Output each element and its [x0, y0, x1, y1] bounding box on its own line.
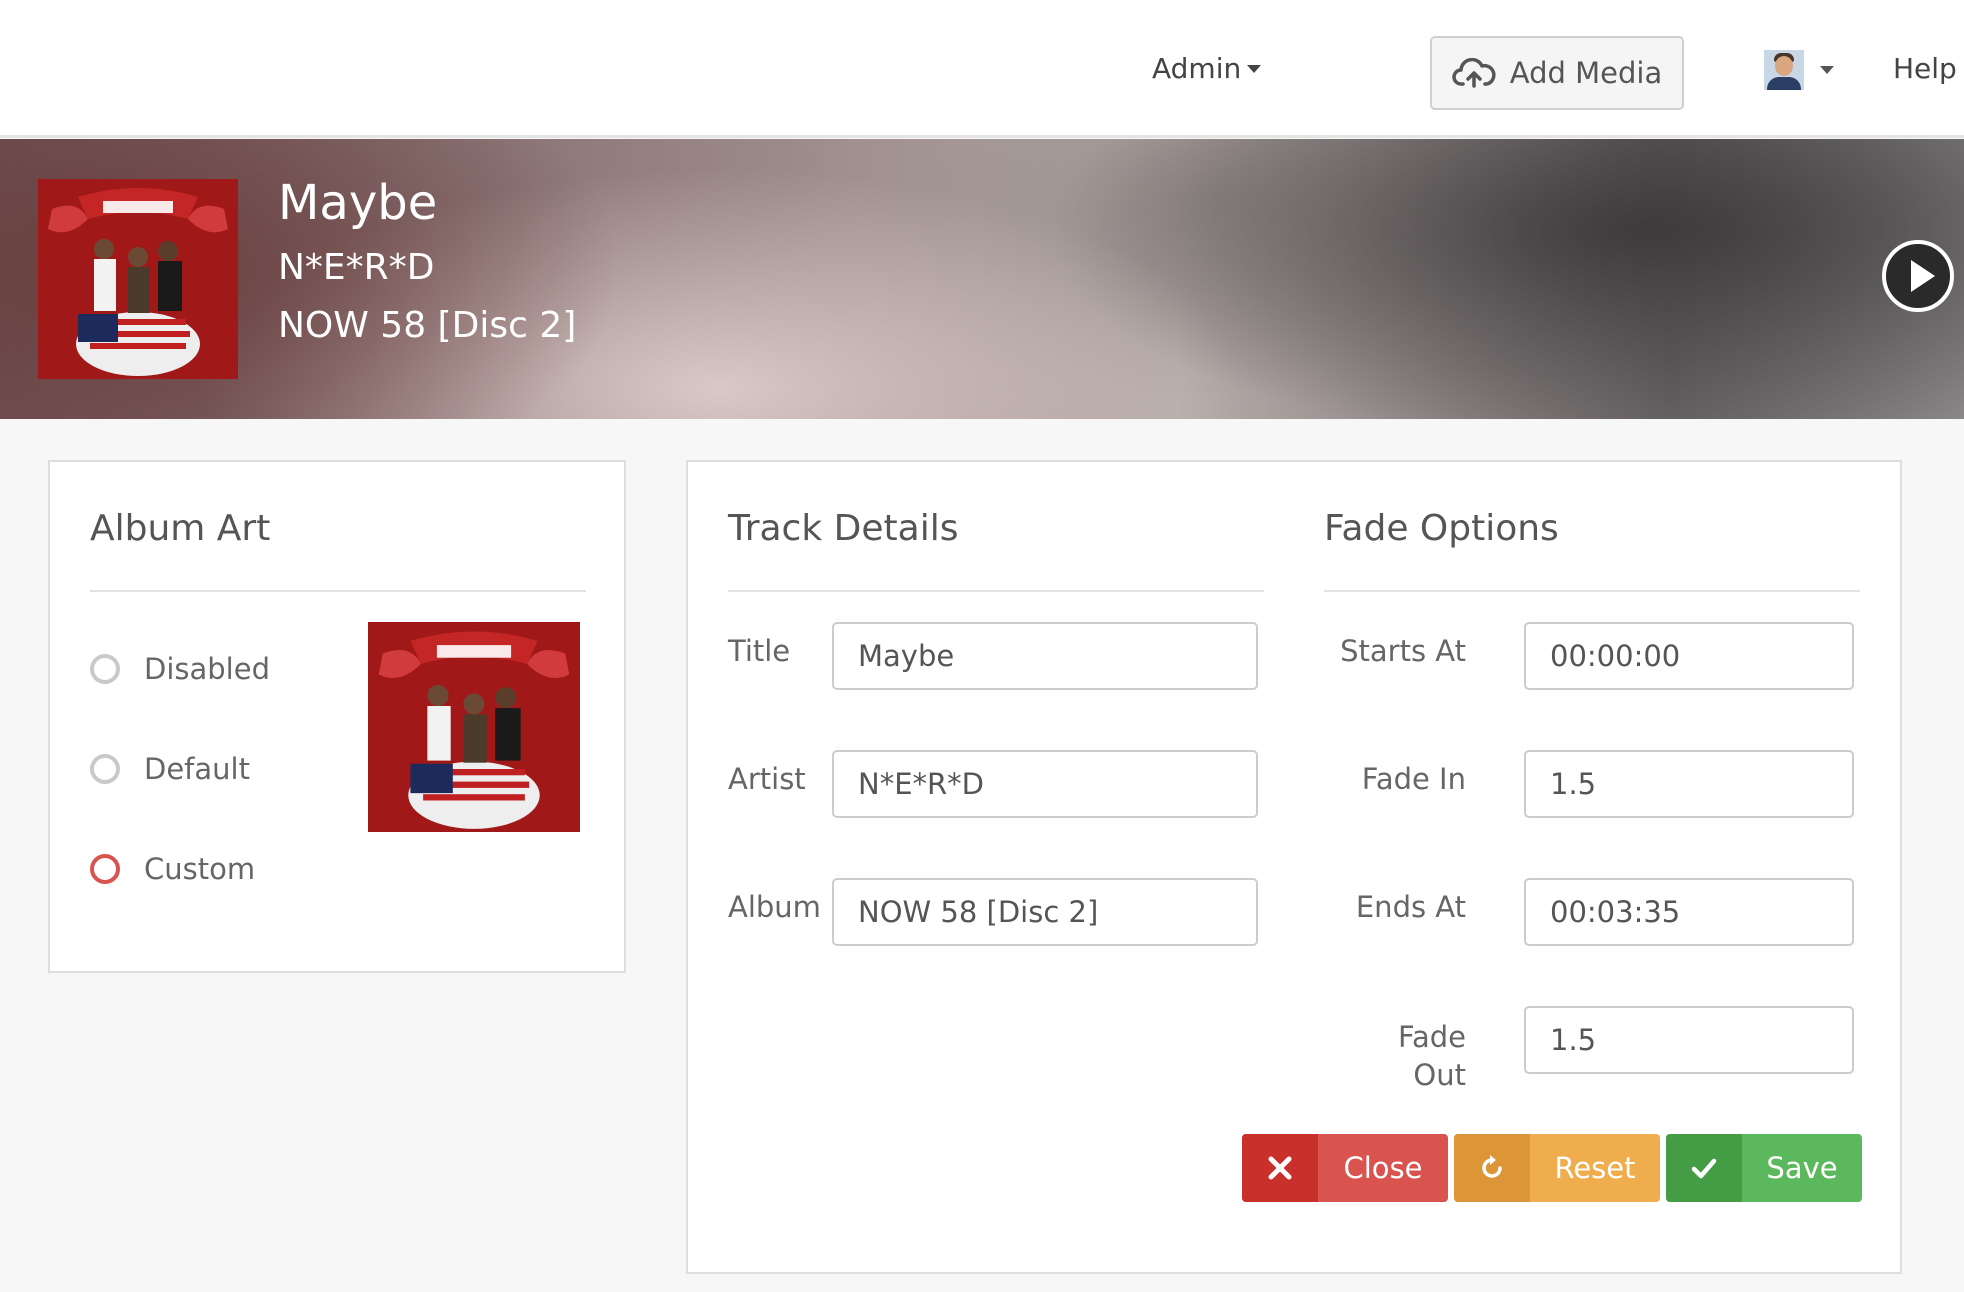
album-label: Album [728, 890, 821, 924]
album-cover-image [38, 179, 238, 379]
divider [90, 590, 586, 592]
fade-out-input[interactable] [1524, 1006, 1854, 1074]
user-menu[interactable] [1764, 50, 1834, 90]
save-button[interactable]: Save [1666, 1134, 1862, 1202]
track-artist: N*E*R*D [278, 247, 435, 288]
track-album: NOW 58 [Disc 2] [278, 305, 577, 346]
radio-button[interactable] [90, 654, 120, 684]
close-button-label: Close [1343, 1151, 1423, 1185]
album-art-panel: Album Art Disabled Default Custom [48, 460, 626, 973]
checkmark-icon [1666, 1134, 1742, 1202]
custom-album-art-image [368, 622, 580, 832]
admin-menu-label: Admin [1152, 52, 1242, 85]
reset-button-label: Reset [1554, 1151, 1636, 1185]
save-button-label: Save [1766, 1151, 1838, 1185]
album-input[interactable] [832, 878, 1258, 946]
admin-menu[interactable]: Admin [1152, 52, 1262, 85]
divider [1324, 590, 1860, 592]
close-button[interactable]: Close [1242, 1134, 1448, 1202]
caret-down-icon [1247, 64, 1262, 73]
title-label: Title [728, 634, 791, 668]
radio-button-selected[interactable] [90, 854, 120, 884]
starts-at-label: Starts At [1340, 634, 1466, 668]
fade-out-label: Fade Out [1397, 1020, 1466, 1092]
add-media-label: Add Media [1509, 56, 1663, 90]
help-link[interactable]: Help [1893, 52, 1957, 85]
ends-at-label: Ends At [1355, 890, 1466, 924]
top-navbar: Admin Add Media Help [0, 0, 1964, 138]
now-playing-banner: Maybe N*E*R*D NOW 58 [Disc 2] [0, 139, 1964, 419]
cloud-upload-icon [1452, 58, 1496, 88]
album-art-heading: Album Art [90, 508, 271, 549]
play-button[interactable] [1882, 240, 1954, 312]
radio-button[interactable] [90, 754, 120, 784]
track-details-heading: Track Details [728, 508, 959, 549]
track-editor-panel: Track Details Fade Options Title Artist … [686, 460, 1902, 1274]
avatar [1764, 50, 1804, 90]
track-title: Maybe [278, 175, 438, 231]
title-input[interactable] [832, 622, 1258, 690]
radio-label: Disabled [144, 652, 270, 686]
fade-in-input[interactable] [1524, 750, 1854, 818]
ends-at-input[interactable] [1524, 878, 1854, 946]
starts-at-input[interactable] [1524, 622, 1854, 690]
fade-in-label: Fade In [1361, 762, 1466, 796]
album-art-option-custom[interactable]: Custom [90, 852, 255, 886]
album-art-option-disabled[interactable]: Disabled [90, 652, 270, 686]
reset-button[interactable]: Reset [1454, 1134, 1660, 1202]
radio-label: Default [144, 752, 250, 786]
artist-input[interactable] [832, 750, 1258, 818]
close-icon [1242, 1134, 1318, 1202]
fade-options-heading: Fade Options [1324, 508, 1559, 549]
caret-down-icon [1820, 66, 1834, 74]
artist-label: Artist [728, 762, 806, 796]
radio-label: Custom [144, 852, 256, 886]
add-media-button[interactable]: Add Media [1430, 36, 1684, 110]
refresh-icon [1454, 1134, 1530, 1202]
album-art-option-default[interactable]: Default [90, 752, 250, 786]
divider [728, 590, 1264, 592]
